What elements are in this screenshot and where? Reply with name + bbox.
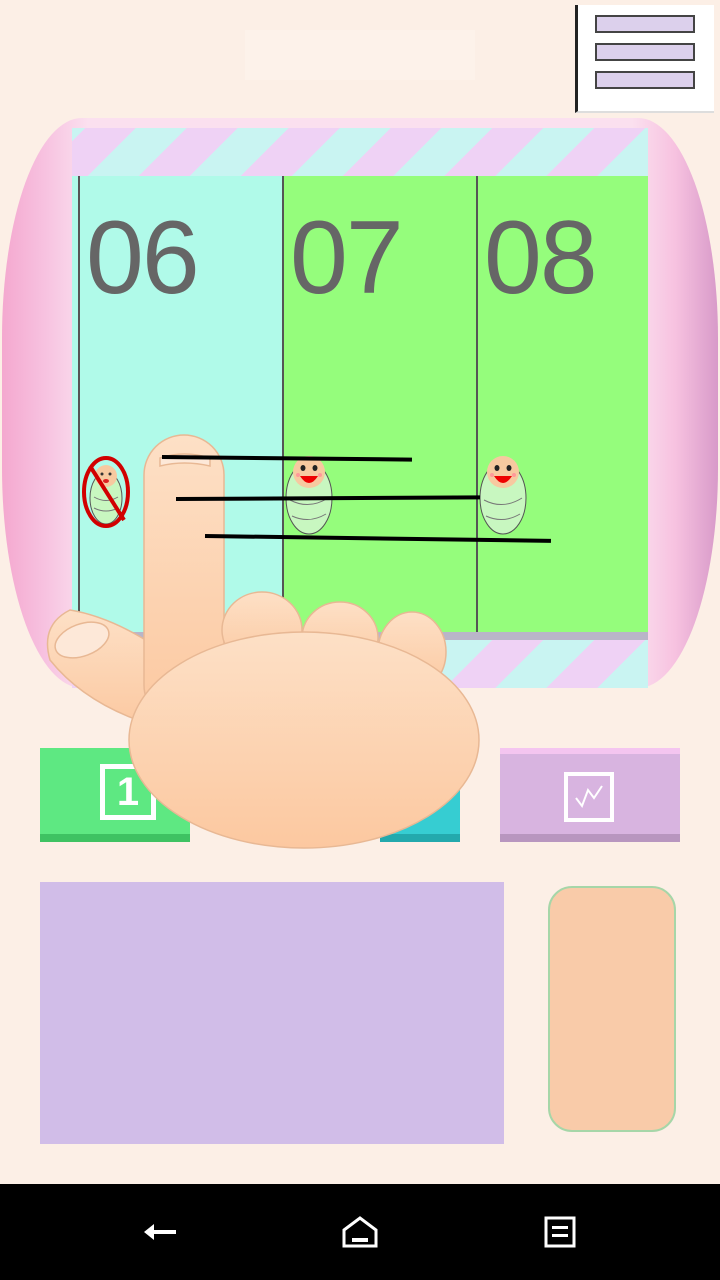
- hand-overlay: [46, 434, 480, 849]
- slot-number: 08: [484, 200, 598, 316]
- slot-number: 07: [290, 200, 404, 316]
- menu-bar-icon: [595, 43, 695, 61]
- title-area: [245, 30, 475, 80]
- slot-number: 06: [86, 200, 200, 316]
- back-icon[interactable]: [140, 1212, 180, 1252]
- slot-08[interactable]: 08: [476, 176, 648, 632]
- recents-icon[interactable]: [540, 1212, 580, 1252]
- menu-bar-icon: [595, 71, 695, 89]
- chart-check-icon: [564, 772, 614, 822]
- home-icon[interactable]: [340, 1212, 380, 1252]
- action-pill-button[interactable]: [548, 886, 676, 1132]
- check-button[interactable]: [500, 748, 680, 842]
- info-panel: [40, 882, 504, 1144]
- navigation-bar: [0, 1184, 720, 1280]
- menu-button[interactable]: [575, 5, 714, 113]
- menu-bar-icon: [595, 15, 695, 33]
